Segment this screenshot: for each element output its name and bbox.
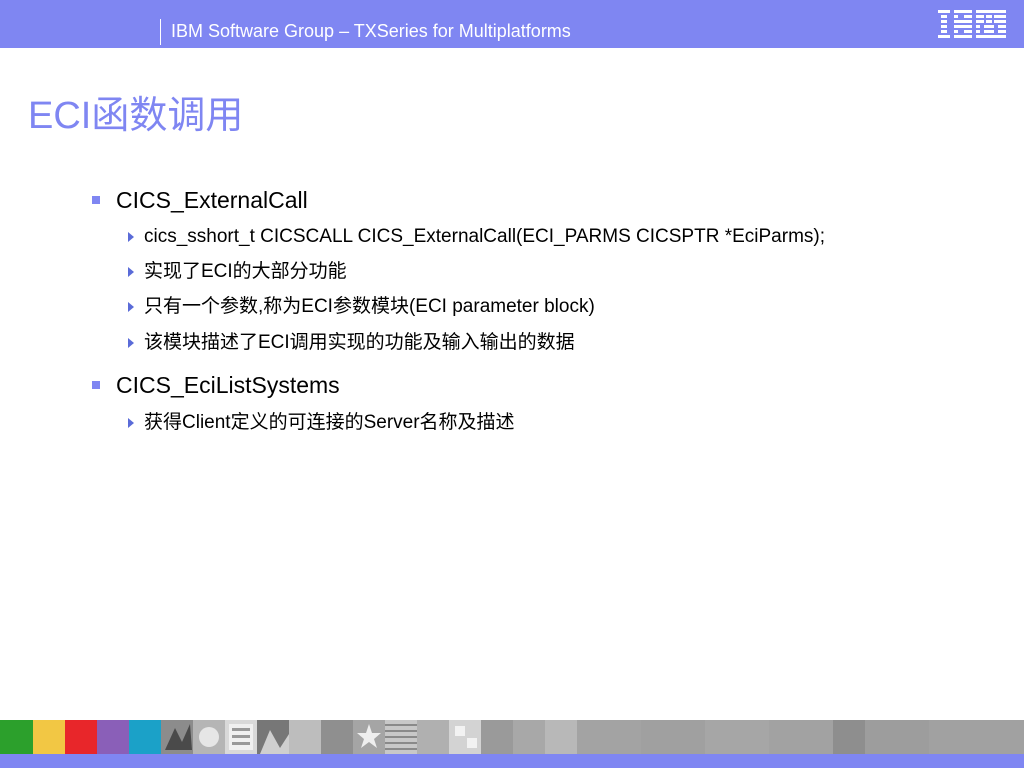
- sub-bullet-item: 只有一个参数,称为ECI参数模块(ECI parameter block): [144, 296, 595, 317]
- triangle-bullet-icon: [128, 232, 134, 242]
- triangle-bullet-icon: [128, 418, 134, 428]
- footer-image-strip: [0, 720, 1024, 754]
- sub-bullet-item: 实现了ECI的大部分功能: [144, 261, 347, 282]
- square-bullet-icon: [92, 196, 100, 204]
- ibm-logo-icon: [936, 8, 1008, 40]
- header-title: IBM Software Group – TXSeries for Multip…: [171, 21, 571, 41]
- sub-bullet-item: 该模块描述了ECI调用实现的功能及输入输出的数据: [144, 332, 575, 353]
- header-bar: IBM Software Group – TXSeries for Multip…: [0, 0, 1024, 48]
- triangle-bullet-icon: [128, 267, 134, 277]
- bullet-item: CICS_ExternalCall: [116, 187, 308, 213]
- bullet-item: CICS_EciListSystems: [116, 372, 340, 398]
- sub-bullet-item: 获得Client定义的可连接的Server名称及描述: [144, 412, 515, 433]
- page-title: ECI函数调用: [28, 95, 244, 137]
- square-bullet-icon: [92, 381, 100, 389]
- triangle-bullet-icon: [128, 338, 134, 348]
- header-divider: [160, 19, 161, 45]
- footer-bar: [0, 754, 1024, 768]
- sub-bullet-item: cics_sshort_t CICSCALL CICS_ExternalCall…: [144, 226, 826, 247]
- triangle-bullet-icon: [128, 302, 134, 312]
